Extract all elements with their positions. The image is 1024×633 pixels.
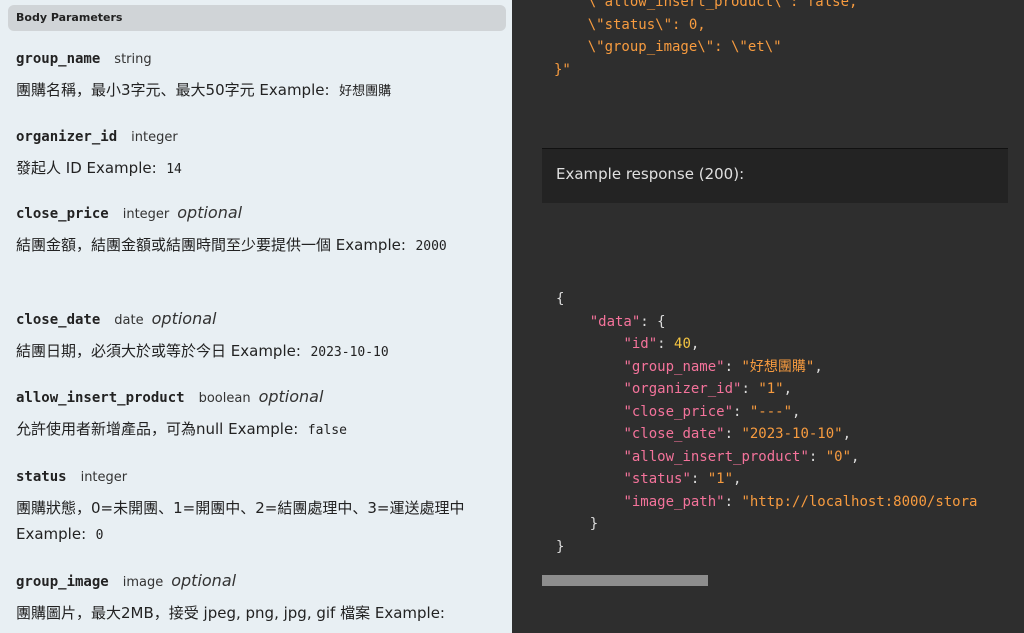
param-header: status integer <box>16 466 486 485</box>
json-value: "1" <box>758 381 784 397</box>
param-description: 團購狀態，0=未開團、1=開團中、2=結團處理中、3=運送處理中 Example… <box>16 495 486 549</box>
param-header: group_name string <box>16 48 486 67</box>
body-parameters-panel: Body Parameters group_name string 團購名稱，最小3… <box>0 0 512 633</box>
param-organizer-id: organizer_id integer 發起人 ID Example: 14 <box>16 126 486 183</box>
param-example-value: false <box>307 423 347 438</box>
param-type: boolean <box>198 391 251 406</box>
example-response-title: Example response (200): <box>556 165 745 183</box>
param-name: group_image <box>16 574 109 590</box>
param-header: close_price integer optional <box>16 203 486 222</box>
param-name: organizer_id <box>16 129 118 145</box>
json-key: "data" <box>589 313 641 330</box>
param-description: 允許使用者新增產品，可為null Example: false <box>16 416 486 444</box>
param-example-value: 2023-10-10 <box>310 345 389 360</box>
param-allow-insert-product: allow_insert_product boolean optional 允許使用者… <box>16 387 486 444</box>
param-example-value: 好想團購 <box>339 84 392 99</box>
param-header: close_date date optional <box>16 309 486 328</box>
param-close-date: close_date date optional 結團日期，必須大於或等於今日 Exa… <box>16 309 486 366</box>
param-header: group_image image optional <box>16 571 486 590</box>
param-name: group_name <box>16 51 101 67</box>
param-example-value: 14 <box>166 162 182 177</box>
json-close-brace: } <box>589 516 599 532</box>
json-value: "1" <box>707 471 734 487</box>
json-value: "2023-10-10" <box>741 426 843 442</box>
param-example-value: 2000 <box>415 239 447 254</box>
param-header: allow_insert_product boolean optional <box>16 387 486 406</box>
horizontal-scrollbar[interactable] <box>542 575 708 586</box>
json-value: "---" <box>749 403 793 420</box>
json-key: "organizer_id" <box>623 381 742 397</box>
param-type: date <box>114 313 144 328</box>
json-open-brace: { <box>556 291 565 307</box>
example-response-header: Example response (200): <box>542 148 1008 203</box>
param-description-text: 允許使用者新增產品，可為null Example: <box>16 420 308 438</box>
param-optional-flag: optional <box>151 309 217 328</box>
param-optional-flag: optional <box>258 387 324 406</box>
json-value: "0" <box>825 448 852 465</box>
param-example-value: 0 <box>95 528 104 543</box>
param-close-price: close_price integer optional 結團金額，結團金額或結團時間… <box>16 203 486 260</box>
param-description: 結團日期，必須大於或等於今日 Example: 2023-10-10 <box>16 338 486 366</box>
param-description: 結團金額，結團金額或結團時間至少要提供一個 Example: 2000 <box>16 232 486 260</box>
param-description: 團購圖片，最大2MB，接受 jpeg, png, jpg, gif 檔案 Exa… <box>16 600 486 626</box>
param-type: integer <box>122 207 170 222</box>
body-parameters-header: Body Parameters <box>8 5 506 31</box>
json-value: "http://localhost:8000/stora <box>741 493 978 510</box>
param-optional-flag: optional <box>171 571 237 590</box>
param-name: status <box>16 469 67 485</box>
param-name: allow_insert_product <box>16 390 185 406</box>
param-description: 團購名稱，最小3字元、最大50字元 Example: 好想團購 <box>16 77 486 105</box>
body-parameters-title: Body Parameters <box>16 11 123 24</box>
response-json: { "data": { "id": 40, "group_name": "好想團… <box>556 291 978 555</box>
param-description-text: 結團日期，必須大於或等於今日 Example: <box>16 342 311 360</box>
param-description-text: 結團金額，結團金額或結團時間至少要提供一個 Example: <box>16 236 416 254</box>
json-key: "allow_insert_product" <box>623 448 809 465</box>
param-type: integer <box>131 130 178 145</box>
param-optional-flag: optional <box>177 203 243 222</box>
json-key: "group_name" <box>623 358 725 375</box>
json-key: "id" <box>623 336 658 352</box>
param-description-text: 團購名稱，最小3字元、最大50字元 Example: <box>16 81 340 99</box>
code-line: }" <box>554 61 571 78</box>
param-description-text: 發起人 ID Example: <box>16 159 167 177</box>
param-group-name: group_name string 團購名稱，最小3字元、最大50字元 Exampl… <box>16 48 486 105</box>
json-key: "status" <box>623 471 691 487</box>
json-key: "image_path" <box>623 493 725 510</box>
param-type: string <box>114 52 152 67</box>
param-type: image <box>122 575 164 590</box>
json-value: "好想團購" <box>741 358 815 375</box>
param-status: status integer 團購狀態，0=未開團、1=開團中、2=結團處理中、3=… <box>16 466 486 549</box>
code-line: \"group_image\": \"et\" <box>554 39 782 55</box>
code-line: \"status\": 0, <box>554 16 706 33</box>
json-key: "close_price" <box>623 403 734 420</box>
code-line: \"allow_insert_product\": false, <box>554 0 858 10</box>
param-description: 發起人 ID Example: 14 <box>16 155 486 183</box>
code-panel: \"allow_insert_product\": false, \"statu… <box>512 0 1024 633</box>
request-code-tail: \"allow_insert_product\": false, \"statu… <box>554 0 857 81</box>
param-group-image: group_image image optional 團購圖片，最大2MB，接受 jp… <box>16 571 486 626</box>
param-name: close_price <box>16 206 109 222</box>
json-open-brace: { <box>657 313 666 330</box>
json-key: "close_date" <box>623 426 725 442</box>
param-type: integer <box>80 470 128 485</box>
json-value: 40 <box>674 336 691 352</box>
param-header: organizer_id integer <box>16 126 486 145</box>
param-description-text: 團購圖片，最大2MB，接受 jpeg, png, jpg, gif 檔案 Exa… <box>16 604 450 622</box>
param-description-text: 團購狀態，0=未開團、1=開團中、2=結團處理中、3=運送處理中 Example… <box>16 499 465 543</box>
json-close-brace: } <box>556 538 565 555</box>
param-name: close_date <box>16 312 101 328</box>
